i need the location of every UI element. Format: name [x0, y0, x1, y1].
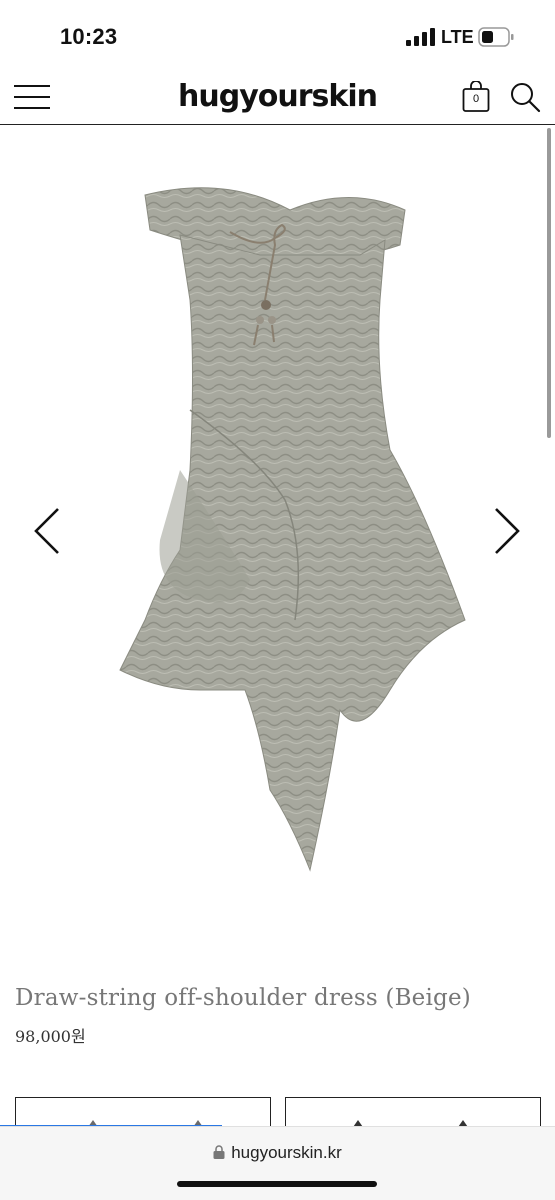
lock-icon [213, 1145, 225, 1159]
site-header: hugyourskin 0 [0, 70, 555, 125]
status-bar: 10:23 LTE [0, 0, 555, 70]
scroll-indicator[interactable] [547, 128, 551, 438]
cart-button[interactable]: 0 [462, 81, 490, 113]
chevron-right-icon[interactable] [490, 505, 524, 557]
network-label: LTE [441, 27, 474, 47]
product-image[interactable] [60, 170, 500, 890]
status-time: 10:23 [60, 24, 118, 49]
cellular-signal-icon [406, 28, 435, 46]
home-indicator[interactable] [177, 1181, 377, 1187]
search-icon[interactable] [509, 81, 541, 113]
product-price: 98,000원 [15, 1027, 86, 1046]
browser-address-bar[interactable]: hugyourskin.kr [0, 1126, 555, 1200]
product-name: Draw-string off-shoulder dress (Beige) [15, 985, 471, 1011]
chevron-left-icon[interactable] [30, 505, 64, 557]
cart-count: 0 [472, 93, 480, 105]
battery-icon [478, 27, 514, 47]
url-text: hugyourskin.kr [231, 1143, 342, 1162]
url-row[interactable]: hugyourskin.kr [0, 1143, 555, 1163]
